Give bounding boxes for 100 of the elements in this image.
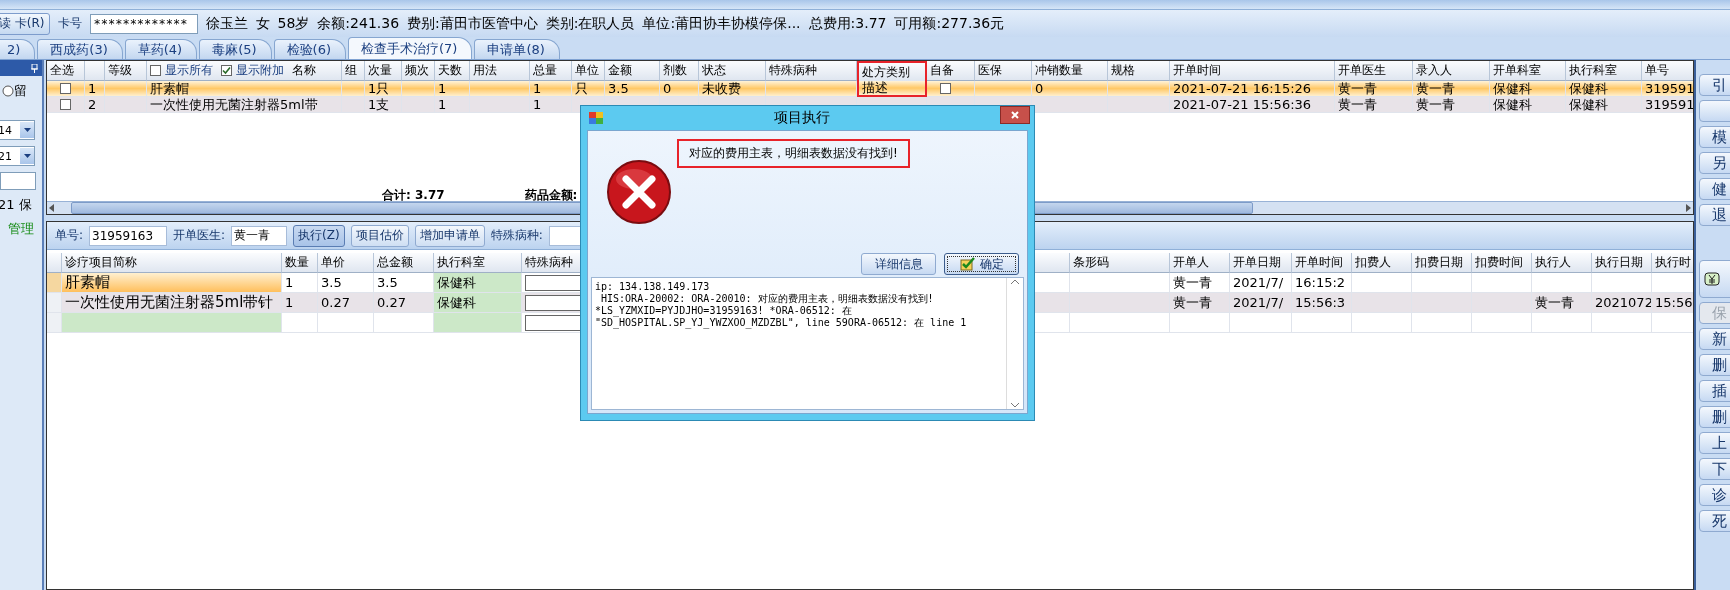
table-cell: [1472, 293, 1532, 313]
error-icon: [606, 159, 672, 225]
table-cell: [318, 313, 374, 333]
table-cell: [1412, 293, 1472, 313]
table-cell: [1412, 273, 1472, 293]
side-button[interactable]: 引: [1699, 74, 1730, 96]
side-button[interactable]: 健: [1699, 178, 1730, 200]
summary-text: 合计: 3.77: [382, 187, 445, 201]
column-header: 开单人: [1170, 253, 1230, 273]
dropdown[interactable]: 14: [0, 120, 35, 140]
field-label: 开单医生:: [173, 227, 226, 244]
column-header: 执行科室: [1566, 61, 1642, 81]
table-cell: 黄一青: [1335, 81, 1413, 97]
table-cell: 16:15:2: [1292, 273, 1352, 293]
column-header: 自备: [927, 61, 975, 81]
patient-info-text: 可用额:277.36元: [894, 14, 1005, 33]
column-header: 开单医生: [1335, 61, 1413, 81]
column-header: 执行人: [1532, 253, 1592, 273]
table-cell: 黄一青: [1170, 273, 1230, 293]
column-header: 扣费人: [1352, 253, 1412, 273]
side-button[interactable]: 诊: [1699, 484, 1730, 506]
table-cell: 1: [435, 81, 470, 97]
doctor-field[interactable]: 黄一青: [231, 225, 288, 246]
column-header: 特殊病种: [766, 61, 857, 81]
card-number-field[interactable]: *************: [89, 13, 198, 34]
input-field[interactable]: [0, 172, 36, 190]
radio-button[interactable]: [2, 85, 14, 97]
column-header: 次量: [365, 61, 402, 81]
checkbox[interactable]: [221, 65, 232, 76]
tab[interactable]: 检验(6): [273, 39, 347, 59]
side-button[interactable]: 删: [1699, 354, 1730, 376]
tab[interactable]: 检查手术治疗(7): [348, 37, 473, 59]
side-button[interactable]: 模: [1699, 126, 1730, 148]
side-button[interactable]: 下: [1699, 458, 1730, 480]
dialog-button[interactable]: 详细信息: [861, 253, 936, 275]
caret-icon: [23, 154, 31, 158]
close-icon: [1011, 111, 1019, 119]
table-cell: [282, 313, 318, 333]
table-cell: [1592, 313, 1652, 333]
table-cell: [1230, 313, 1292, 333]
patient-info-text: 徐玉兰: [205, 14, 248, 33]
tab[interactable]: 毒麻(5): [199, 39, 272, 59]
scroll-up-icon[interactable]: [1010, 278, 1020, 286]
checkbox[interactable]: [60, 83, 71, 94]
tab[interactable]: 西成药(3): [37, 39, 123, 59]
table-cell: 只: [572, 81, 605, 97]
column-header: 处方类别: [857, 61, 927, 81]
table-cell: 0: [1032, 81, 1108, 97]
table-cell: 1: [282, 273, 318, 293]
table-cell: 0.27: [374, 293, 434, 313]
column-header: 规格: [1108, 61, 1170, 81]
toolbar-button[interactable]: 执行(Z): [293, 224, 345, 247]
side-button[interactable]: 退: [1699, 204, 1730, 226]
column-header: 用法: [470, 61, 530, 81]
column-header: 开单时间: [1170, 61, 1335, 81]
dialog-button[interactable]: 确定: [944, 253, 1019, 275]
tab[interactable]: 申请单(8): [474, 39, 560, 59]
side-button[interactable]: [1699, 260, 1730, 298]
side-button[interactable]: 插: [1699, 380, 1730, 402]
table-cell: 一次性使用无菌注射器5ml带: [147, 97, 342, 113]
column-header: 执行日期: [1592, 253, 1652, 273]
close-button[interactable]: [1000, 106, 1030, 124]
table-cell: 1: [85, 81, 105, 97]
link[interactable]: 管理: [8, 220, 42, 238]
toolbar-button[interactable]: 增加申请单: [414, 224, 485, 247]
side-button[interactable]: 删: [1699, 406, 1730, 428]
side-button[interactable]: 另: [1699, 152, 1730, 174]
tab[interactable]: 草药(4): [124, 39, 198, 59]
check-icon: [959, 257, 976, 271]
checkbox[interactable]: [60, 99, 71, 110]
column-header: 扣费时间: [1472, 253, 1532, 273]
summary-text: 药品金额:: [524, 187, 578, 201]
column-header: 扣费日期: [1412, 253, 1472, 273]
table-cell: 保健科: [1566, 97, 1642, 113]
side-button[interactable]: 新: [1699, 328, 1730, 350]
column-header: 单位: [572, 61, 605, 81]
table-cell: 1: [282, 293, 318, 313]
toolbar-button[interactable]: 项目估价: [350, 224, 409, 247]
patient-info-text: 总费用:3.77: [808, 14, 887, 33]
column-header: 单价: [318, 253, 374, 273]
table-cell: [1352, 273, 1412, 293]
table-cell: [1352, 313, 1412, 333]
table-cell: 未收费: [699, 81, 766, 97]
scroll-left-icon[interactable]: [47, 203, 57, 213]
tab[interactable]: 2): [0, 39, 36, 59]
checkbox[interactable]: [940, 83, 951, 94]
scroll-down-icon[interactable]: [1010, 401, 1020, 409]
table-cell: 3.5: [374, 273, 434, 293]
scroll-right-icon[interactable]: [1683, 203, 1693, 213]
table-cell: [1472, 313, 1532, 333]
table-cell: 319591: [1642, 97, 1693, 113]
table-cell: 肝素帽: [147, 81, 342, 97]
table-cell: 3.5: [605, 81, 660, 97]
table-cell: 1: [530, 97, 572, 113]
checkbox[interactable]: [150, 65, 161, 76]
column-header: 录入人: [1413, 61, 1490, 81]
table-cell: [1352, 293, 1412, 313]
order-number-field[interactable]: 31959163: [89, 225, 168, 246]
side-button[interactable]: 死: [1699, 510, 1730, 532]
side-button[interactable]: 上: [1699, 432, 1730, 454]
